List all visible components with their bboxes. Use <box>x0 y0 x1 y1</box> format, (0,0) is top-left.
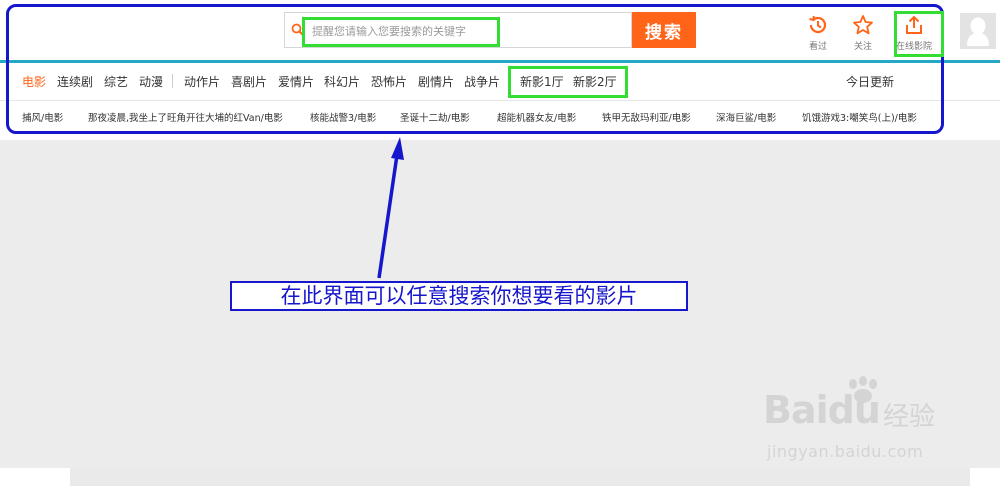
watermark-cn: 经验 <box>883 402 936 432</box>
baidu-watermark: Baidu 经验 jingyan.baidu.com <box>763 376 983 468</box>
watermark-logo: Baidu <box>763 388 881 432</box>
watermark-url: jingyan.baidu.com <box>767 442 924 461</box>
annotation-caption: 在此界面可以任意搜索你想要看的影片 <box>230 281 688 311</box>
